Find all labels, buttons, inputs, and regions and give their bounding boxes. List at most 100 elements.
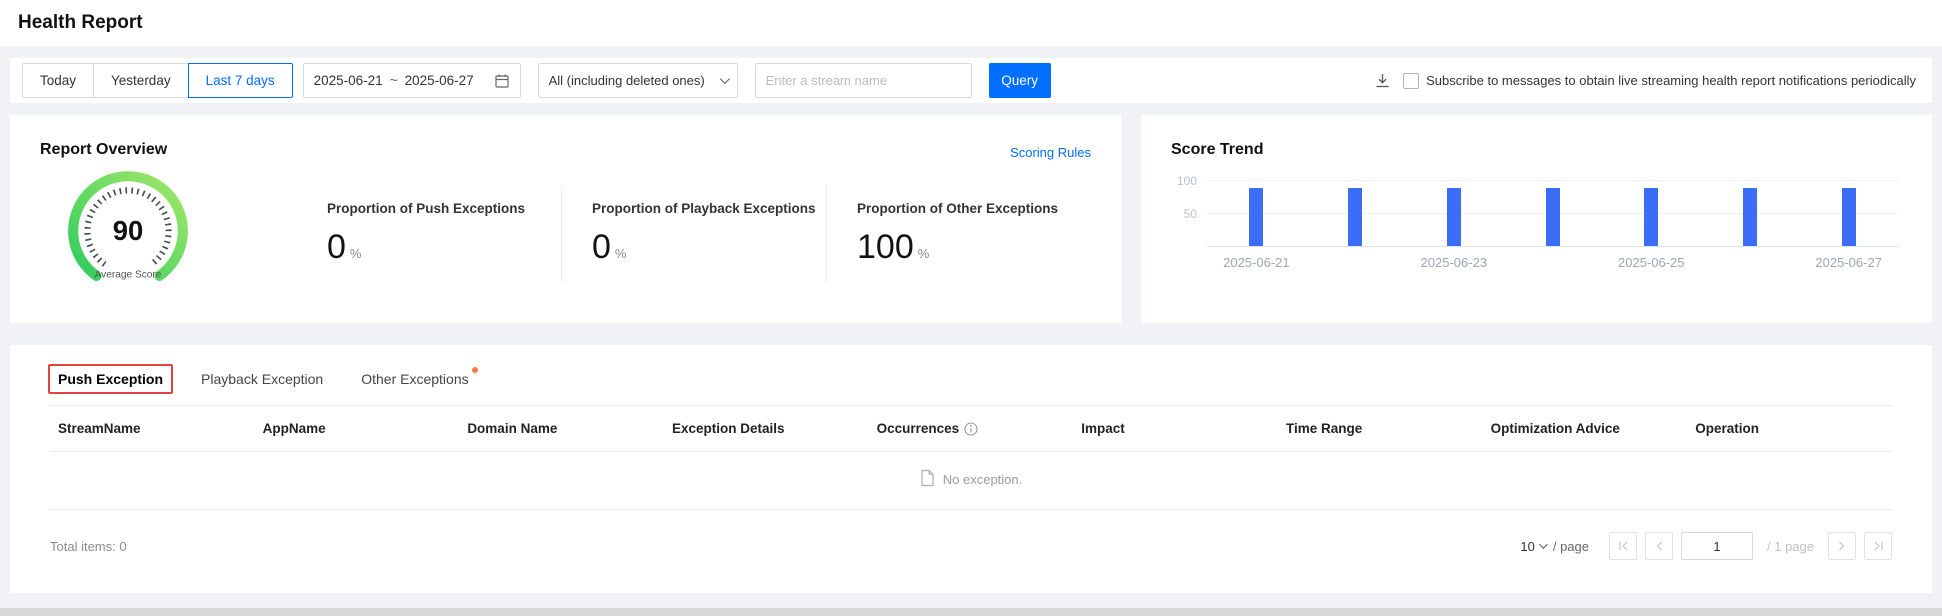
total-items: Total items: 0 xyxy=(50,539,127,554)
col-app-name: AppName xyxy=(255,406,460,452)
scoring-rules-link[interactable]: Scoring Rules xyxy=(1010,145,1091,160)
stat-number: 0 xyxy=(592,228,611,267)
y-tick-label: 50 xyxy=(1184,207,1197,221)
range-yesterday-button[interactable]: Yesterday xyxy=(93,63,189,98)
score-bar xyxy=(1546,188,1560,247)
stat-label: Proportion of Other Exceptions xyxy=(857,201,1091,216)
tab-other-exceptions[interactable]: Other Exceptions xyxy=(361,371,468,387)
score-bar xyxy=(1249,188,1263,247)
filter-toolbar: Today Yesterday Last 7 days 2025-06-21 ~… xyxy=(10,58,1932,103)
stat-value: 100 % xyxy=(857,228,1091,267)
calendar-icon xyxy=(494,73,510,89)
tab-push-exception[interactable]: Push Exception xyxy=(58,371,163,387)
chevron-down-icon xyxy=(720,74,730,84)
score-bar xyxy=(1644,188,1658,247)
score-trend-bars xyxy=(1207,181,1898,246)
report-overview-card: Report Overview Scoring Rules 90 Average… xyxy=(10,115,1121,323)
prev-page-button[interactable] xyxy=(1645,532,1673,560)
empty-row: No exception. xyxy=(50,452,1892,510)
col-impact: Impact xyxy=(1073,406,1278,452)
stream-type-select[interactable]: All (including deleted ones) xyxy=(538,63,738,98)
horizontal-scrollbar[interactable] xyxy=(0,608,1942,616)
score-bar xyxy=(1447,188,1461,247)
empty-text: No exception. xyxy=(943,472,1023,487)
pagination: 10 / page 1 / 1 page xyxy=(1520,532,1892,560)
score-trend-chart: 50100 xyxy=(1171,181,1902,247)
stat-label: Proportion of Playback Exceptions xyxy=(592,201,826,216)
document-icon xyxy=(920,469,935,490)
tab-playback-exception[interactable]: Playback Exception xyxy=(201,371,323,387)
x-tick-label: 2025-06-27 xyxy=(1799,255,1898,270)
x-tick-label: 2025-06-21 xyxy=(1207,255,1306,270)
range-today-button[interactable]: Today xyxy=(22,63,94,98)
average-score-gauge: 90 Average Score xyxy=(40,165,317,302)
bar-column xyxy=(1207,181,1306,246)
info-icon[interactable] xyxy=(964,422,978,436)
x-tick-label: 2025-06-23 xyxy=(1404,255,1503,270)
stat-label: Proportion of Push Exceptions xyxy=(327,201,561,216)
query-button[interactable]: Query xyxy=(989,63,1051,98)
stream-type-selected: All (including deleted ones) xyxy=(549,73,705,88)
subscribe-checkbox[interactable] xyxy=(1403,73,1419,89)
stat-unit: % xyxy=(615,246,627,261)
first-page-button[interactable] xyxy=(1609,532,1637,560)
toolbar-right: Subscribe to messages to obtain live str… xyxy=(1374,72,1920,89)
bar-column xyxy=(1701,181,1800,246)
exception-tabs: Push Exception Playback Exception Other … xyxy=(10,371,1932,387)
date-end: 2025-06-27 xyxy=(405,73,474,88)
gauge-score: 90 xyxy=(113,215,143,246)
current-page-input[interactable]: 1 xyxy=(1681,532,1753,560)
y-tick-label: 100 xyxy=(1177,174,1197,188)
x-tick-label xyxy=(1503,255,1602,270)
stat-unit: % xyxy=(918,246,930,261)
quick-range-group: Today Yesterday Last 7 days xyxy=(22,63,293,98)
stat-number: 100 xyxy=(857,228,914,267)
stat-value: 0 % xyxy=(327,228,561,267)
bar-column xyxy=(1404,181,1503,246)
col-operation: Operation xyxy=(1687,406,1892,452)
download-icon[interactable] xyxy=(1374,72,1391,89)
score-bar xyxy=(1842,188,1856,247)
chevron-down-icon xyxy=(1539,540,1547,548)
score-bar xyxy=(1348,188,1362,247)
x-tick-label xyxy=(1306,255,1405,270)
bar-column xyxy=(1799,181,1898,246)
date-start: 2025-06-21 xyxy=(314,73,383,88)
col-time-range: Time Range xyxy=(1278,406,1483,452)
page-size-value: 10 xyxy=(1520,539,1534,554)
range-last7days-button[interactable]: Last 7 days xyxy=(188,63,293,98)
stat-unit: % xyxy=(350,246,362,261)
stream-name-input[interactable] xyxy=(755,63,972,98)
stat-playback-exceptions: Proportion of Playback Exceptions 0 % xyxy=(561,186,826,282)
gauge-score-label: Average Score xyxy=(95,270,162,281)
col-optimization-advice: Optimization Advice xyxy=(1483,406,1688,452)
score-bar xyxy=(1743,188,1757,247)
tab-label: Push Exception xyxy=(58,371,163,387)
overview-body: 90 Average Score Proportion of Push Exce… xyxy=(40,165,1091,302)
page-size-select[interactable]: 10 xyxy=(1520,539,1544,554)
stat-value: 0 % xyxy=(592,228,826,267)
exceptions-table: StreamName AppName Domain Name Exception… xyxy=(50,405,1892,510)
date-range-picker[interactable]: 2025-06-21 ~ 2025-06-27 xyxy=(303,63,521,98)
score-trend-plot xyxy=(1207,181,1898,247)
subscribe-label: Subscribe to messages to obtain live str… xyxy=(1426,73,1916,88)
x-tick-label: 2025-06-25 xyxy=(1602,255,1701,270)
stat-push-exceptions: Proportion of Push Exceptions 0 % xyxy=(317,186,561,282)
col-stream-name: StreamName xyxy=(50,406,255,452)
exceptions-card: Push Exception Playback Exception Other … xyxy=(10,345,1932,593)
tab-label: Playback Exception xyxy=(201,371,323,387)
score-trend-xlabels: 2025-06-21 2025-06-23 2025-06-25 2025-06-27 xyxy=(1207,255,1898,270)
cards-row: Report Overview Scoring Rules 90 Average… xyxy=(10,115,1932,323)
score-trend-card: Score Trend 50100 2025-06-212025-06-2320… xyxy=(1141,115,1932,323)
page-header: Health Report xyxy=(0,0,1942,46)
last-page-button[interactable] xyxy=(1864,532,1892,560)
bar-column xyxy=(1503,181,1602,246)
next-page-button[interactable] xyxy=(1828,532,1856,560)
col-exception-details: Exception Details xyxy=(664,406,869,452)
report-overview-title: Report Overview xyxy=(40,141,1091,159)
stat-number: 0 xyxy=(327,228,346,267)
x-tick-label xyxy=(1701,255,1800,270)
score-trend-yaxis: 50100 xyxy=(1171,181,1207,247)
table-header-row: StreamName AppName Domain Name Exception… xyxy=(50,406,1892,452)
page-title: Health Report xyxy=(18,12,143,34)
